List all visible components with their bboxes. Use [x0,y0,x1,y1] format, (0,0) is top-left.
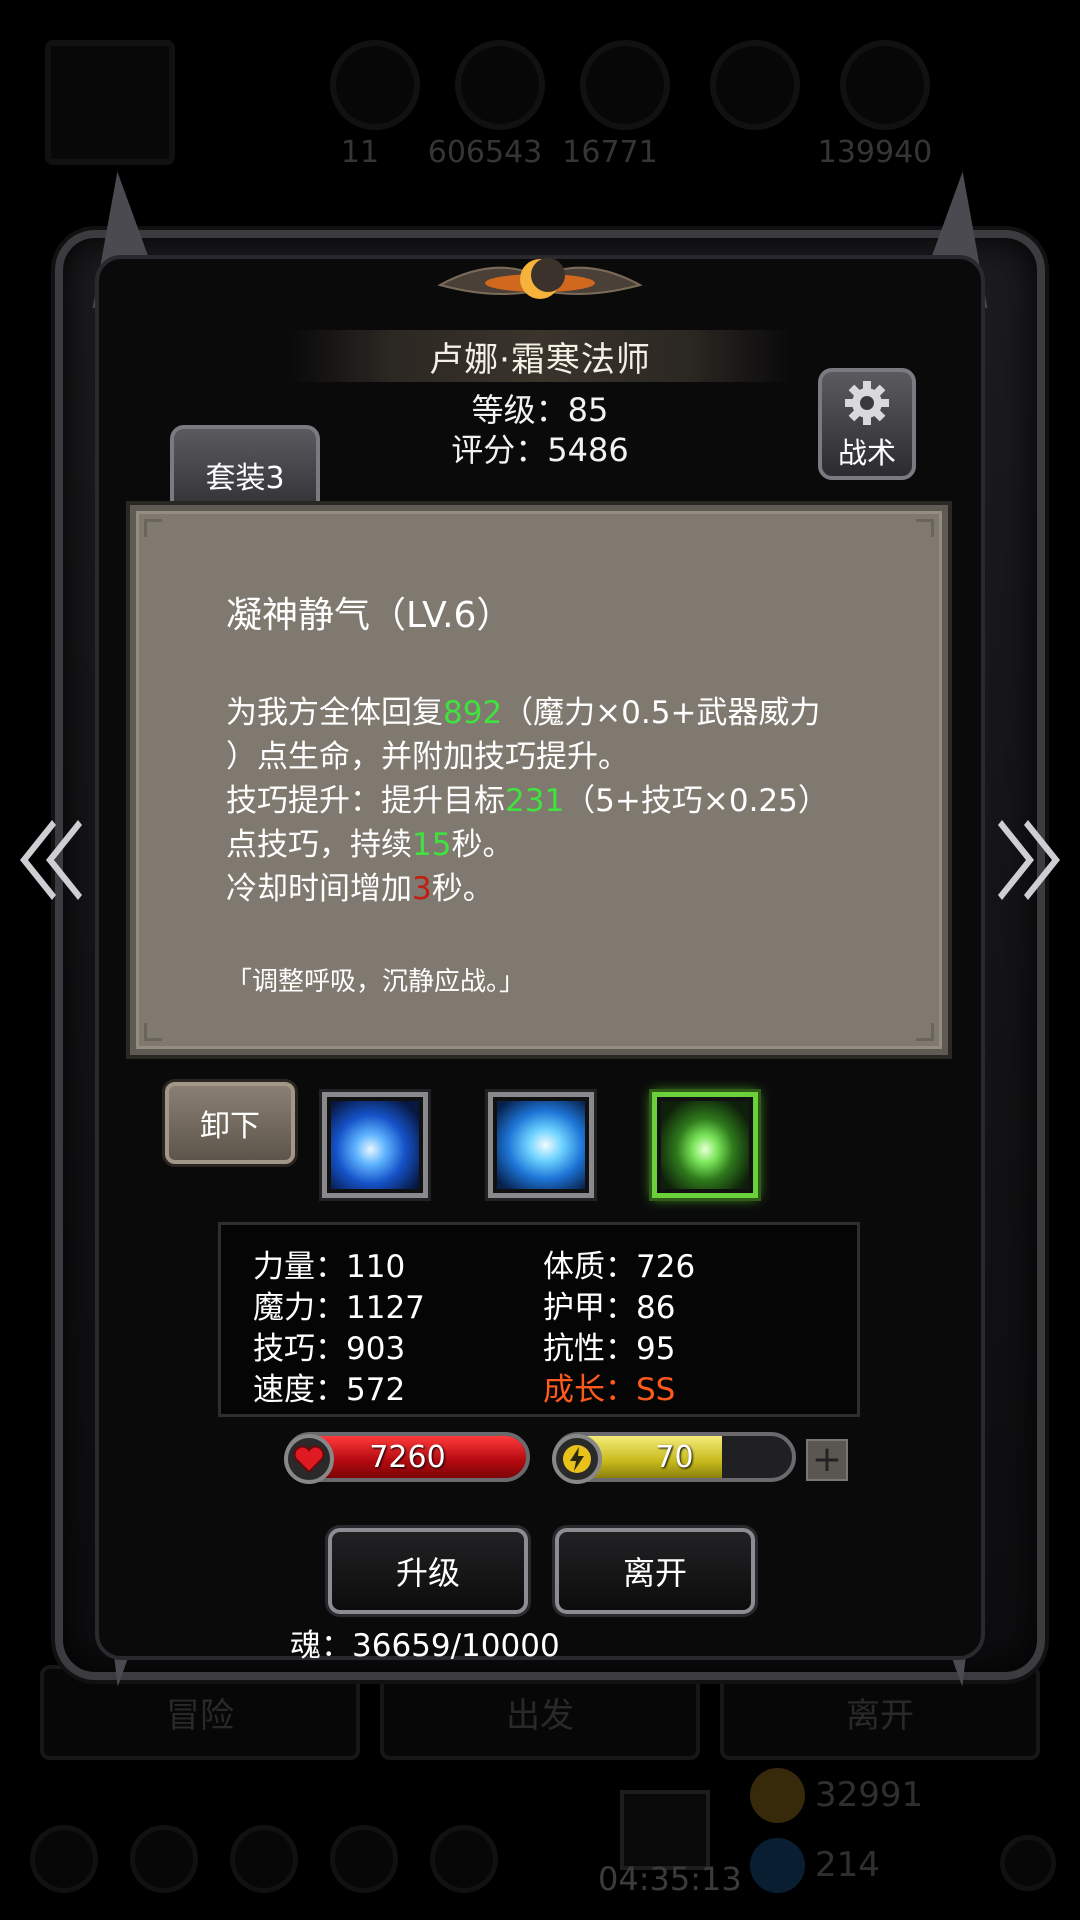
nav-icon [130,1825,198,1893]
resource-count: 11 [340,135,380,170]
resource-icon [840,40,930,130]
resource-count: 606543 [427,135,543,170]
skill-slot-2[interactable] [488,1092,594,1198]
stat-growth: 成长：SS [543,1372,676,1408]
hero-score: 评分：5486 [451,431,629,469]
heart-icon [284,1434,334,1484]
next-hero-arrow-icon[interactable] [988,810,1068,910]
resource-count: 139940 [817,135,933,170]
skill-slot-3-selected[interactable] [652,1092,758,1198]
resource-icon [330,40,420,130]
upgrade-button[interactable]: 升级 [328,1528,528,1614]
soul-count: 魂：36659/10000 [290,1628,560,1664]
skill-slot-1[interactable] [322,1092,428,1198]
cooldown-increase: 3 [412,871,432,907]
nav-icon [330,1825,398,1893]
stat-skill: 技巧：903 [253,1331,406,1367]
description-line: 冷却时间增加3秒。 [226,867,886,911]
tooltip-corner [144,519,162,537]
heal-amount: 892 [443,695,503,731]
description-line: 点技巧，持续15秒。 [226,823,886,867]
tooltip-corner [144,1023,162,1041]
player-portrait [45,40,175,165]
frost-storm-icon [497,1101,585,1189]
lightning-icon [552,1434,602,1484]
stat-magic: 魔力：1127 [253,1290,425,1326]
description-text: 技巧提升：提升目标 [226,783,505,819]
unequip-button[interactable]: 卸下 [165,1082,295,1164]
duration-seconds: 15 [412,827,452,863]
description-line: 为我方全体回复892（魔力×0.5+武器威力 [226,691,886,735]
tooltip-corner [916,1023,934,1041]
nav-icon [30,1825,98,1893]
resource-icon [580,40,670,130]
resource-count: 16771 [562,135,658,170]
gem-count: 214 [815,1845,880,1885]
skill-boost-amount: 231 [505,783,565,819]
hero-name: 卢娜·霜寒法师 [429,339,651,380]
description-text: （5+技巧×0.25） [564,783,829,819]
gift-icon [620,1790,710,1870]
stats-panel: 力量：110 体质：726 魔力：1127 护甲：86 技巧：903 抗性：95… [218,1222,860,1417]
skill-tooltip: 凝神静气（LV.6） 为我方全体回复892（魔力×0.5+武器威力 ）点生命，并… [130,505,948,1055]
stat-resistance: 抗性：95 [543,1331,676,1367]
stat-constitution: 体质：726 [543,1249,696,1285]
stat-armor: 护甲：86 [543,1290,676,1326]
timer: 04:35:13 [598,1860,742,1898]
resource-icon [710,40,800,130]
nav-icon [230,1825,298,1893]
coin-count: 32991 [815,1775,924,1815]
description-text: 秒。 [431,871,494,907]
description-text: 为我方全体回复 [226,695,443,731]
coin-icon [750,1768,805,1823]
gem-icon [750,1838,805,1893]
tactics-button[interactable]: 战术 [818,368,916,480]
tooltip-corner [916,519,934,537]
description-text: 冷却时间增加 [226,871,412,907]
ice-bolt-icon [331,1101,419,1189]
green-heal-icon [661,1101,749,1189]
tactics-label: 战术 [837,436,896,470]
description-text: （魔力×0.5+武器威力 [502,695,821,731]
skill-description: 为我方全体回复892（魔力×0.5+武器威力 ）点生命，并附加技巧提升。 技巧提… [226,691,886,911]
add-icon [1000,1835,1056,1891]
description-line: ）点生命，并附加技巧提升。 [226,739,629,775]
stat-speed: 速度：572 [253,1372,406,1408]
leave-button[interactable]: 离开 [555,1528,755,1614]
stat-strength: 力量：110 [253,1249,406,1285]
description-line: 技巧提升：提升目标231（5+技巧×0.25） [226,779,886,823]
skill-flavor-quote: 「调整呼吸，沉静应战。」 [226,967,526,997]
previous-hero-arrow-icon[interactable] [12,810,92,910]
hero-name-bar: 卢娜·霜寒法师 [290,330,790,382]
description-text: 秒。 [451,827,514,863]
resource-icon [455,40,545,130]
description-text: 点技巧，持续 [226,827,412,863]
skill-title: 凝神静气（LV.6） [226,595,513,636]
add-energy-button[interactable]: + [806,1439,848,1481]
moon-crest-icon [437,258,643,299]
gear-icon [845,381,889,425]
nav-icon [430,1825,498,1893]
